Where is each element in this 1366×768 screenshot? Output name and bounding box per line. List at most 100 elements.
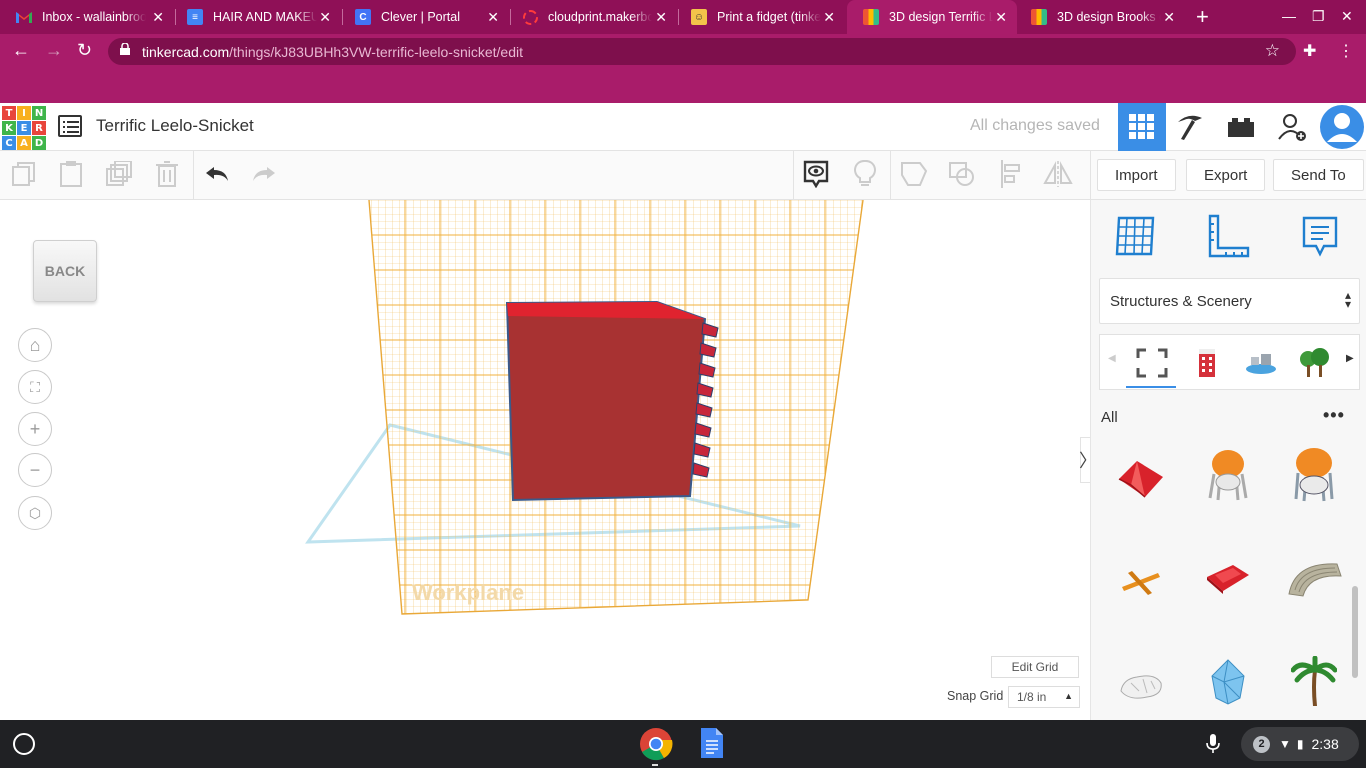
design-title[interactable]: Terrific Leelo-Snicket bbox=[96, 116, 254, 136]
ruler-icon[interactable] bbox=[1206, 214, 1250, 258]
tab-brooks[interactable]: 3D design Brooks d ✕ bbox=[1015, 0, 1185, 34]
group-icon[interactable] bbox=[899, 159, 929, 189]
scroll-left-icon[interactable]: ◀ bbox=[1108, 353, 1116, 364]
extensions-icon[interactable]: ✚ bbox=[1303, 41, 1316, 61]
running-indicator bbox=[652, 764, 658, 766]
workplane-icon[interactable] bbox=[1113, 214, 1157, 258]
back-arrow-icon[interactable]: ← bbox=[12, 40, 30, 61]
duplicate-icon[interactable] bbox=[104, 159, 134, 189]
tab-docs[interactable]: ≡ HAIR AND MAKEUP ✕ bbox=[171, 0, 341, 34]
close-tab-icon[interactable]: ✕ bbox=[655, 9, 667, 26]
close-tab-icon[interactable]: ✕ bbox=[995, 9, 1007, 26]
reload-icon[interactable]: ↻ bbox=[77, 40, 92, 61]
minimize-icon[interactable]: — bbox=[1282, 8, 1296, 24]
launcher-icon[interactable] bbox=[13, 733, 35, 755]
avatar[interactable] bbox=[1318, 103, 1366, 151]
more-options-icon[interactable]: ••• bbox=[1323, 405, 1345, 426]
undo-icon[interactable] bbox=[202, 159, 232, 189]
subcategory-scenes[interactable] bbox=[1241, 343, 1281, 383]
subcategory-all[interactable] bbox=[1126, 343, 1176, 388]
zoom-out-icon[interactable]: − bbox=[18, 453, 52, 487]
bricks-button[interactable] bbox=[1217, 103, 1265, 151]
snap-grid-select[interactable]: 1/8 in ▲ bbox=[1008, 686, 1080, 708]
scroll-right-icon[interactable]: ▶ bbox=[1346, 353, 1354, 364]
tab-makerbot[interactable]: cloudprint.makerbot ✕ bbox=[507, 0, 677, 34]
design-list-icon[interactable] bbox=[58, 115, 82, 137]
grid-view-icon bbox=[1129, 114, 1154, 139]
redo-icon[interactable] bbox=[249, 159, 279, 189]
forward-arrow-icon[interactable]: → bbox=[45, 40, 63, 61]
shape-tank-orange-2[interactable] bbox=[1284, 446, 1344, 506]
new-tab-button[interactable]: + bbox=[1196, 4, 1209, 30]
shape-category-select[interactable]: Structures & Scenery ▴ ▾ bbox=[1099, 278, 1360, 324]
tab-gmail[interactable]: Inbox - wallainbrook ✕ bbox=[0, 0, 174, 34]
toolbar-divider bbox=[193, 151, 194, 199]
shape-tent[interactable] bbox=[1111, 448, 1171, 508]
view-cube-back-face[interactable]: BACK bbox=[33, 240, 97, 302]
chrome-app-icon[interactable] bbox=[639, 727, 673, 761]
status-tray[interactable]: 2 ▼ ▮ 2:38 bbox=[1241, 727, 1359, 761]
tab-terrific[interactable]: 3D design Terrific L ✕ bbox=[847, 0, 1017, 34]
microphone-icon[interactable] bbox=[1206, 734, 1220, 754]
makerbot-icon bbox=[523, 9, 538, 25]
home-view-icon[interactable]: ⌂ bbox=[18, 328, 52, 362]
edit-grid-button[interactable]: Edit Grid bbox=[991, 656, 1079, 678]
shape-tank-orange[interactable] bbox=[1198, 446, 1258, 506]
close-tab-icon[interactable]: ✕ bbox=[1163, 9, 1175, 26]
close-window-icon[interactable]: ✕ bbox=[1341, 8, 1353, 25]
tinkercad-logo[interactable]: T I N K E R C A D bbox=[2, 106, 46, 150]
docs-app-icon[interactable] bbox=[701, 728, 723, 758]
perspective-cube-icon[interactable]: ⬡ bbox=[18, 496, 52, 530]
shape-crystal[interactable] bbox=[1198, 652, 1258, 712]
shape-rock-white[interactable] bbox=[1111, 656, 1171, 716]
subcategory-buildings[interactable] bbox=[1187, 343, 1227, 383]
workplane-canvas[interactable]: Workplane bbox=[0, 200, 1090, 720]
url-host: tinkercad.com bbox=[142, 44, 230, 60]
fit-view-icon[interactable]: ⛶ bbox=[18, 370, 52, 404]
panel-scrollbar[interactable] bbox=[1352, 586, 1358, 678]
import-button[interactable]: Import bbox=[1097, 159, 1176, 191]
3d-viewport[interactable]: Workplane BACK ⌂ ⛶ + − ⬡ Edit Grid Snap … bbox=[0, 200, 1090, 720]
close-tab-icon[interactable]: ✕ bbox=[823, 9, 835, 26]
close-tab-icon[interactable]: ✕ bbox=[152, 9, 164, 26]
3d-view-button[interactable] bbox=[1118, 103, 1166, 151]
add-user-icon bbox=[1278, 114, 1306, 141]
selected-box-shape[interactable] bbox=[505, 300, 719, 502]
view-cube[interactable]: BACK bbox=[33, 234, 97, 302]
notification-badge: 2 bbox=[1253, 735, 1270, 753]
invite-user-button[interactable] bbox=[1268, 103, 1316, 151]
shape-arch-tunnel[interactable] bbox=[1284, 548, 1344, 608]
shape-category-value: Structures & Scenery bbox=[1110, 292, 1252, 310]
chrome-menu-icon[interactable]: ⋮ bbox=[1338, 41, 1354, 61]
tab-fidget[interactable]: ☺ Print a fidget (tinker ✕ bbox=[675, 0, 845, 34]
paste-icon[interactable] bbox=[56, 159, 86, 189]
copy-icon[interactable] bbox=[9, 159, 39, 189]
notes-eye-icon[interactable] bbox=[801, 159, 831, 189]
notes-icon[interactable] bbox=[1298, 214, 1342, 258]
close-tab-icon[interactable]: ✕ bbox=[487, 9, 499, 26]
logo-letter: K bbox=[2, 121, 16, 135]
zoom-in-icon[interactable]: + bbox=[18, 412, 52, 446]
address-bar[interactable]: tinkercad.com/things/kJ83UBHh3VW-terrifi… bbox=[108, 38, 1296, 65]
url-text: tinkercad.com/things/kJ83UBHh3VW-terrifi… bbox=[142, 44, 523, 60]
blocks-button[interactable] bbox=[1166, 103, 1214, 151]
close-tab-icon[interactable]: ✕ bbox=[319, 9, 331, 26]
shape-red-roof[interactable] bbox=[1198, 548, 1258, 608]
logo-letter: A bbox=[17, 136, 31, 150]
restore-icon[interactable]: ❐ bbox=[1312, 8, 1325, 25]
send-to-button[interactable]: Send To bbox=[1273, 159, 1364, 191]
lightbulb-icon[interactable] bbox=[850, 159, 880, 189]
subcategory-trees[interactable] bbox=[1295, 343, 1335, 383]
align-icon[interactable] bbox=[996, 159, 1026, 189]
scene-icon bbox=[1246, 354, 1276, 374]
mirror-icon[interactable] bbox=[1043, 159, 1073, 189]
ungroup-icon[interactable] bbox=[947, 159, 977, 189]
tab-title: 3D design Brooks d bbox=[1057, 10, 1161, 24]
shape-palm-tree[interactable] bbox=[1284, 652, 1344, 712]
tab-clever[interactable]: C Clever | Portal ✕ bbox=[339, 0, 509, 34]
trash-icon[interactable] bbox=[152, 159, 182, 189]
shape-cross-beam[interactable] bbox=[1111, 552, 1171, 612]
bookmark-star-icon[interactable]: ☆ bbox=[1265, 41, 1280, 61]
export-button[interactable]: Export bbox=[1186, 159, 1266, 191]
docs-icon: ≡ bbox=[187, 9, 203, 25]
